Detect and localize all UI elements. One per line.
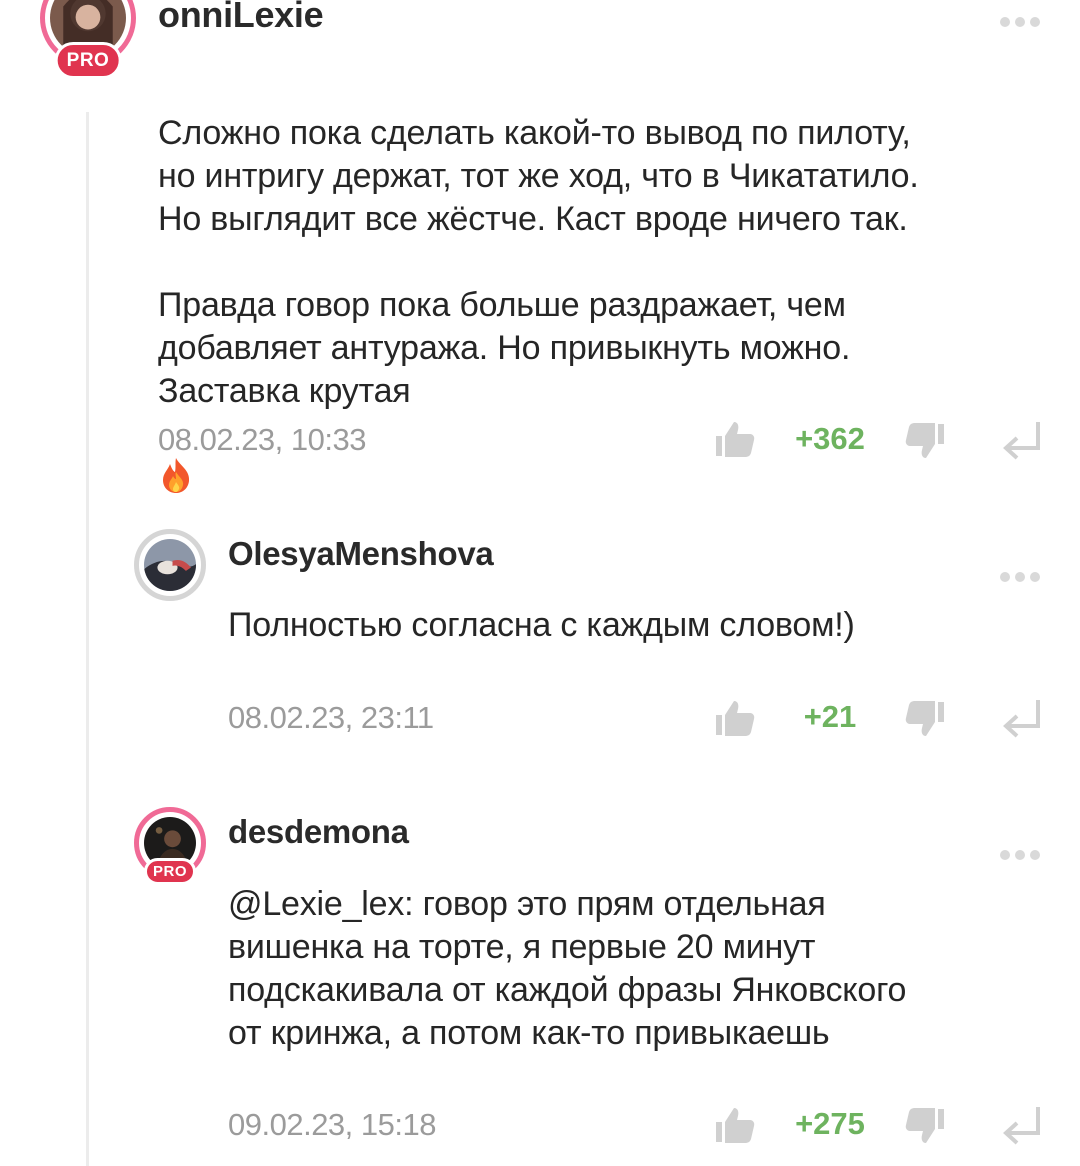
thumbs-down-icon[interactable] <box>904 698 946 740</box>
pro-badge: PRO <box>54 42 122 79</box>
comment-text-content: Сложно пока сделать какой-то вывод по пи… <box>158 114 919 410</box>
rating: +275 <box>795 1106 865 1141</box>
reply-arrow-icon[interactable] <box>1000 420 1042 462</box>
rating: +362 <box>795 421 865 456</box>
username[interactable]: onniLexie <box>158 0 324 36</box>
more-dots-icon[interactable] <box>1000 849 1040 861</box>
timestamp: 08.02.23, 10:33 <box>158 422 366 457</box>
thumbs-down-icon[interactable] <box>904 1105 946 1147</box>
comment-text: Полностью согласна с каждым словом!) <box>228 606 855 644</box>
reply-arrow-icon[interactable] <box>1000 698 1042 740</box>
avatar[interactable] <box>134 529 206 601</box>
timestamp: 09.02.23, 15:18 <box>228 1107 436 1142</box>
username[interactable]: OlesyaMenshova <box>228 535 494 573</box>
thumbs-up-icon[interactable] <box>714 697 756 739</box>
thread-line <box>86 112 89 1166</box>
thumbs-down-icon[interactable] <box>904 420 946 462</box>
timestamp: 08.02.23, 23:11 <box>228 700 434 735</box>
username[interactable]: desdemona <box>228 813 409 851</box>
pro-badge: PRO <box>143 858 197 885</box>
comment-text: @Lexie_lex: говор это прям отдельная виш… <box>228 885 907 1052</box>
thumbs-up-icon[interactable] <box>714 418 756 460</box>
thumbs-up-icon[interactable] <box>714 1104 756 1146</box>
more-dots-icon[interactable] <box>1000 16 1040 28</box>
rating: +21 <box>803 699 857 734</box>
reply-arrow-icon[interactable] <box>1000 1105 1042 1147</box>
more-dots-icon[interactable] <box>1000 571 1040 583</box>
